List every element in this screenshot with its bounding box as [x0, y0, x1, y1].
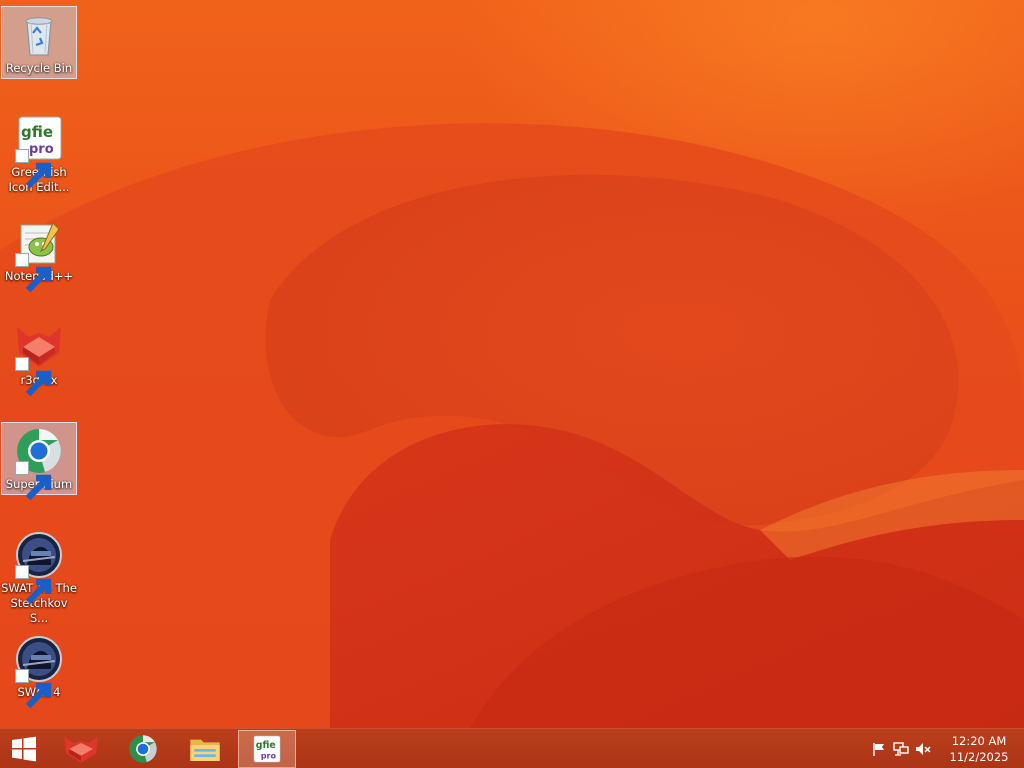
windows-logo-icon — [12, 736, 36, 762]
shortcut-arrow-icon — [15, 357, 52, 397]
desktop-icon-recycle-bin[interactable]: Recycle Bin — [1, 6, 77, 79]
shortcut-arrow-icon — [15, 149, 52, 189]
shortcut-arrow-icon — [15, 565, 52, 605]
supermium-icon — [15, 427, 63, 501]
taskbar-button-file-explorer[interactable] — [176, 730, 234, 768]
start-button[interactable] — [0, 729, 48, 768]
desktop-icon-swat4[interactable]: SWAT 4 — [1, 630, 77, 709]
shortcut-arrow-icon — [15, 253, 52, 293]
svg-text:gfie: gfie — [256, 740, 276, 751]
greenfish-icon-editor-icon: gfie pro — [253, 735, 281, 763]
taskbar-clock[interactable]: 12:20 AM 11/2/2025 — [934, 729, 1024, 768]
taskbar-button-r3dfox[interactable] — [52, 730, 110, 768]
system-tray: 12:20 AM 11/2/2025 — [868, 729, 1024, 768]
r3dfox-icon — [15, 323, 63, 397]
network-icon[interactable] — [890, 729, 912, 768]
svg-text:gfie: gfie — [21, 123, 53, 141]
shortcut-arrow-icon — [15, 461, 52, 501]
clock-time: 12:20 AM — [951, 734, 1007, 748]
file-explorer-icon — [190, 739, 220, 761]
r3dfox-icon — [64, 737, 98, 763]
desktop-icon-greenfish[interactable]: gfie pro Greenfish Icon Edit... — [1, 110, 77, 198]
recycle-bin-icon — [15, 11, 63, 59]
desktop-wallpaper — [0, 0, 1024, 728]
greenfish-icon-editor-icon: gfie pro — [15, 115, 63, 189]
taskbar: gfie pro 12:20 AM 11/2/2025 — [0, 728, 1024, 768]
desktop-icon-notepad-plus-plus[interactable]: Notepad++ — [1, 214, 77, 293]
desktop-icon-label: Recycle Bin — [5, 61, 73, 75]
swat4-icon — [15, 635, 63, 709]
notepad-plus-plus-icon — [15, 219, 63, 293]
taskbar-button-greenfish[interactable]: gfie pro — [238, 730, 296, 768]
desktop-icon-supermium[interactable]: Supermium — [1, 422, 77, 501]
swat4-stetchkov-icon — [15, 531, 63, 605]
volume-muted-icon[interactable] — [912, 729, 934, 768]
supermium-icon — [129, 735, 157, 763]
clock-date: 11/2/2025 — [949, 750, 1009, 764]
taskbar-button-supermium[interactable] — [114, 730, 172, 768]
action-center-flag-icon[interactable] — [868, 729, 890, 768]
shortcut-arrow-icon — [15, 669, 52, 709]
desktop-icon-r3dfox[interactable]: r3dfox — [1, 318, 77, 397]
svg-text:pro: pro — [261, 750, 277, 760]
desktop-icon-swat4-stetchkov[interactable]: SWAT 4 - The Stetchkov S... — [1, 526, 77, 629]
